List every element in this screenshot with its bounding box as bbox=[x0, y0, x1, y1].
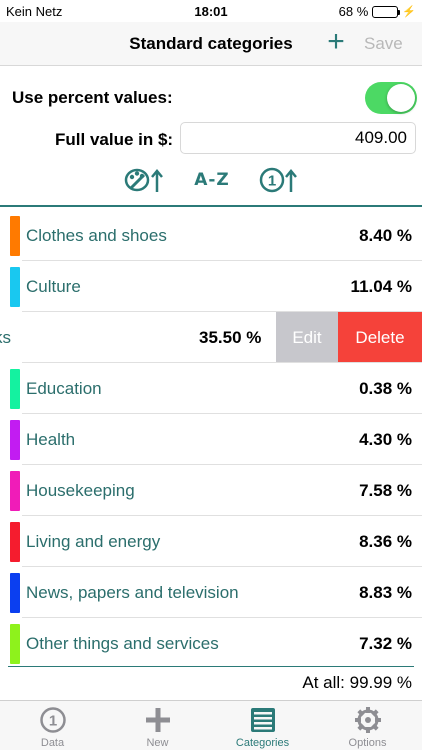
gear-icon bbox=[315, 706, 420, 734]
category-name: Education bbox=[26, 379, 102, 398]
tab-data[interactable]: 1 Data bbox=[0, 701, 105, 750]
tab-categories[interactable]: Categories bbox=[210, 701, 315, 750]
tab-options[interactable]: Options bbox=[315, 701, 420, 750]
category-name: Living and energy bbox=[26, 532, 161, 551]
page-title: Standard categories bbox=[129, 34, 293, 53]
category-name: News, papers and television bbox=[26, 583, 239, 602]
svg-text:1: 1 bbox=[268, 173, 276, 190]
battery-percent: 68 % bbox=[338, 4, 369, 19]
category-name: Clothes and shoes bbox=[26, 226, 167, 245]
category-color-swatch bbox=[10, 522, 20, 562]
edit-button[interactable]: Edit bbox=[276, 312, 338, 363]
tab-label: Options bbox=[348, 737, 387, 749]
category-value: 8.83 % bbox=[359, 583, 412, 602]
category-value: 7.58 % bbox=[359, 481, 412, 500]
tab-new[interactable]: New bbox=[105, 701, 210, 750]
battery-status: 68 % ⚡ bbox=[339, 4, 416, 19]
list-item[interactable]: Other things and services 7.32 % bbox=[0, 618, 422, 669]
list-item[interactable]: Housekeeping 7.58 % bbox=[0, 465, 422, 516]
category-value: 0.38 % bbox=[359, 379, 412, 398]
charging-icon: ⚡ bbox=[402, 6, 416, 18]
total-percentage: At all: 99.99 % bbox=[302, 673, 412, 692]
category-value: 4.30 % bbox=[359, 430, 412, 449]
svg-text:1: 1 bbox=[48, 713, 56, 730]
category-color-swatch bbox=[10, 573, 20, 613]
status-bar: Kein Netz 18:01 68 % ⚡ bbox=[0, 0, 422, 22]
swiped-list-item[interactable]: ks 35.50 % Edit Delete bbox=[0, 312, 422, 363]
list-item[interactable]: Clothes and shoes 8.40 % bbox=[0, 210, 422, 261]
tab-label: Data bbox=[40, 737, 65, 749]
number-sort-icon[interactable]: 1 bbox=[256, 164, 300, 196]
color-sort-icon[interactable] bbox=[122, 164, 166, 196]
toggle-knob bbox=[387, 84, 415, 112]
category-color-swatch bbox=[10, 369, 20, 409]
category-value: 7.32 % bbox=[359, 634, 412, 653]
category-color-swatch bbox=[10, 624, 20, 664]
list-item[interactable]: News, papers and television 8.83 % bbox=[0, 567, 422, 618]
full-value-input[interactable]: 409.00 bbox=[180, 122, 416, 154]
total-divider bbox=[8, 666, 414, 667]
category-value: 35.50 % bbox=[199, 328, 262, 347]
list-item[interactable]: Living and energy 8.36 % bbox=[0, 516, 422, 567]
save-button[interactable]: Save bbox=[364, 34, 403, 54]
percent-values-toggle[interactable] bbox=[365, 82, 417, 114]
category-color-swatch bbox=[10, 216, 20, 256]
list-item[interactable]: Health 4.30 % bbox=[0, 414, 422, 465]
category-name: ks bbox=[0, 328, 11, 347]
category-name: Other things and services bbox=[26, 634, 219, 653]
tab-label: Categories bbox=[235, 737, 290, 749]
category-name: Housekeeping bbox=[26, 481, 135, 500]
battery-icon bbox=[372, 5, 401, 18]
full-value-label: Full value in $: bbox=[55, 130, 174, 149]
category-name: Culture bbox=[26, 277, 81, 296]
list-header-divider bbox=[0, 205, 422, 207]
category-color-swatch bbox=[10, 471, 20, 511]
tab-bar: 1 Data New Categories Options bbox=[0, 700, 422, 750]
add-category-button[interactable]: + bbox=[322, 26, 350, 58]
category-value: 8.36 % bbox=[359, 532, 412, 551]
tab-label: New bbox=[146, 737, 169, 749]
category-color-swatch bbox=[10, 420, 20, 460]
percent-values-label: Use percent values: bbox=[12, 88, 173, 107]
category-value: 11.04 % bbox=[350, 277, 412, 296]
plus-icon bbox=[105, 706, 210, 734]
category-color-swatch bbox=[10, 267, 20, 307]
categories-icon bbox=[210, 706, 315, 734]
category-value: 8.40 % bbox=[359, 226, 412, 245]
list-item[interactable]: Culture 11.04 % bbox=[0, 261, 422, 312]
delete-button[interactable]: Delete bbox=[338, 312, 422, 363]
navigation-bar: Standard categories + Save bbox=[0, 22, 422, 66]
number-one-icon: 1 bbox=[0, 706, 105, 734]
alphabetical-sort-button[interactable]: A-Z bbox=[190, 164, 234, 196]
category-name: Health bbox=[26, 430, 76, 449]
sort-toolbar: A-Z 1 bbox=[0, 160, 422, 200]
list-item[interactable]: Education 0.38 % bbox=[0, 363, 422, 414]
